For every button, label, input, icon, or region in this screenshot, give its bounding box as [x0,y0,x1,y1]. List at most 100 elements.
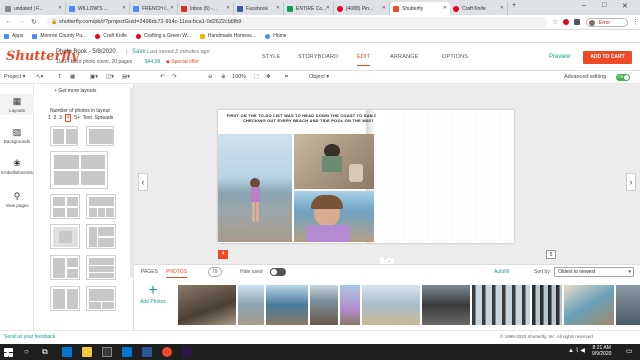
count-1[interactable]: 1 [48,115,51,121]
layout-thumbnail[interactable] [50,194,80,219]
layout-thumbnail[interactable] [86,126,114,146]
project-title[interactable]: Photo Book - 5/8/2020 [56,49,116,55]
close-icon[interactable]: ✕ [500,5,504,11]
next-page-button[interactable]: › [626,173,636,191]
photo-thumbnail[interactable] [238,285,264,325]
search-icon[interactable]: ○ [24,347,29,356]
layout-thumbnail[interactable] [50,224,80,249]
browser-tab[interactable]: FRENCH I... ✕ [130,2,178,15]
tab-pages[interactable]: PAGES [141,269,158,275]
add-photos-button[interactable]: + Add Photos [136,283,170,325]
photo-thumbnail[interactable] [422,285,470,325]
menu-icon[interactable]: ⋮ [632,18,639,26]
start-icon[interactable] [4,348,13,357]
star-icon[interactable]: ☆ [552,18,558,26]
close-icon[interactable]: ✕ [276,5,280,11]
add-to-cart-button[interactable]: ADD TO CART [583,51,632,64]
nav-options[interactable]: OPTIONS [442,54,468,60]
product-info[interactable]: 11x14 Hard photo cover, 20 pages [56,59,132,65]
count-3[interactable]: 3 [59,115,62,121]
minimize-icon[interactable]: – [582,2,586,9]
nav-embellishments[interactable]: ❀ Embellishments [0,158,34,175]
count-4[interactable]: 4 [64,114,72,122]
count-spreads[interactable]: Spreads [95,115,114,121]
photo-thumbnail[interactable] [472,285,530,325]
nav-style[interactable]: STYLE [262,54,280,60]
store-icon[interactable] [102,347,112,357]
browser-tab-active[interactable]: Shutterfly ✕ [390,2,450,15]
page-caption-text[interactable]: FIRST ON THE TO-DO LIST WAS TO HEAD DOWN… [224,113,392,130]
layout-thumbnail[interactable] [50,255,80,280]
special-offer-link[interactable]: ◆ Special offer [166,59,199,65]
fit-icon[interactable]: ⬚ [254,74,259,80]
photo-girl-smiling[interactable] [294,191,374,242]
photo-girl-beach[interactable] [218,134,292,242]
layout-thumbnail-selected[interactable] [50,151,108,189]
get-more-layouts-link[interactable]: + Get more layouts [54,88,96,94]
photo-thumbnail[interactable] [362,285,420,325]
task-view-icon[interactable]: ⧉ [42,347,48,357]
object-menu[interactable]: Object ▾ [309,74,329,80]
photo-thumbnail[interactable] [178,285,236,325]
file-explorer-icon[interactable] [82,347,92,357]
layout-thumbnail[interactable] [50,126,78,146]
hand-icon[interactable]: ✥ [266,74,271,80]
layout-thumbnail[interactable] [86,224,116,249]
browser-tab[interactable]: Facebook ✕ [234,2,284,15]
previous-page-button[interactable]: ‹ [138,173,148,191]
photo-thumbnail[interactable] [532,285,562,325]
forward-icon[interactable]: → [18,18,25,25]
preview-link[interactable]: Preview [549,54,570,60]
arrange-icon[interactable]: ▤▾ [122,74,130,80]
layout-thumbnail[interactable] [86,255,116,280]
browser-tab[interactable]: (4088) Pin... ✕ [334,2,390,15]
bookmark-item[interactable]: Craft Knife [95,33,127,39]
autofill-link[interactable]: Autofill [494,269,509,275]
save-link[interactable]: Save [132,49,146,55]
notifications-icon[interactable]: ▭ [626,347,633,355]
pinterest-extension-icon[interactable] [563,19,569,25]
bookmark-item[interactable]: Handmade Homesc... [199,33,256,39]
undo-icon[interactable]: ↶ [160,74,165,80]
close-icon[interactable]: ✕ [122,5,126,11]
advanced-editing-toggle[interactable]: ON [616,74,630,81]
sort-select[interactable]: Oldest to newest ▾ [554,267,634,277]
crop-icon[interactable]: ⌗ [285,74,288,81]
photo-thumbnail[interactable] [310,285,338,325]
feedback-link[interactable]: Send us your feedback [4,334,55,340]
nav-arrange[interactable]: ARRANGE [390,54,419,60]
count-2[interactable]: 2 [54,115,57,121]
new-tab-icon[interactable]: + [512,2,516,9]
photo-icon[interactable]: ▣▾ [90,74,98,80]
edge-icon[interactable] [62,347,72,357]
layout-thumbnail[interactable] [86,194,116,219]
hide-used-toggle[interactable] [270,268,286,276]
close-icon[interactable]: ✕ [382,5,386,11]
count-text[interactable]: Text [83,115,92,121]
text-icon[interactable]: T [58,74,61,80]
photo-thumbnail[interactable] [340,285,360,325]
back-icon[interactable]: ← [5,18,12,25]
project-menu[interactable]: Project ▾ [4,74,25,80]
bookmark-item[interactable]: Monroe County Pu... [32,33,86,39]
grid-icon[interactable]: ▦ [70,74,75,80]
layer-icon[interactable]: ◫▾ [106,74,114,80]
clock[interactable]: 8:21 AM 9/9/2020 [592,345,611,357]
network-icon[interactable]: ▲ ⌇ ◀ [568,347,585,354]
profile-button[interactable]: Error [586,18,628,27]
extension-icon[interactable] [574,19,580,25]
redo-icon[interactable]: ↷ [172,74,177,80]
close-icon[interactable]: ✕ [226,5,230,11]
nav-backgrounds[interactable]: ▨ Backgrounds [0,127,34,144]
zoom-out-icon[interactable]: ⊖ [208,74,213,80]
bookmark-item[interactable]: Crafting a Green W... [135,33,191,39]
browser-tab[interactable]: undated | F... ✕ [2,2,66,15]
maximize-icon[interactable]: □ [602,2,606,9]
align-icon[interactable]: ↖▾ [36,74,43,80]
browser-tab[interactable]: ENTIRE Co... ✕ [284,2,334,15]
mail-icon[interactable] [122,347,132,357]
word-icon[interactable] [142,347,152,357]
photo-thumbnail[interactable] [266,285,308,325]
bookmark-item[interactable]: Home [265,33,287,39]
close-icon[interactable]: ✕ [326,5,330,11]
